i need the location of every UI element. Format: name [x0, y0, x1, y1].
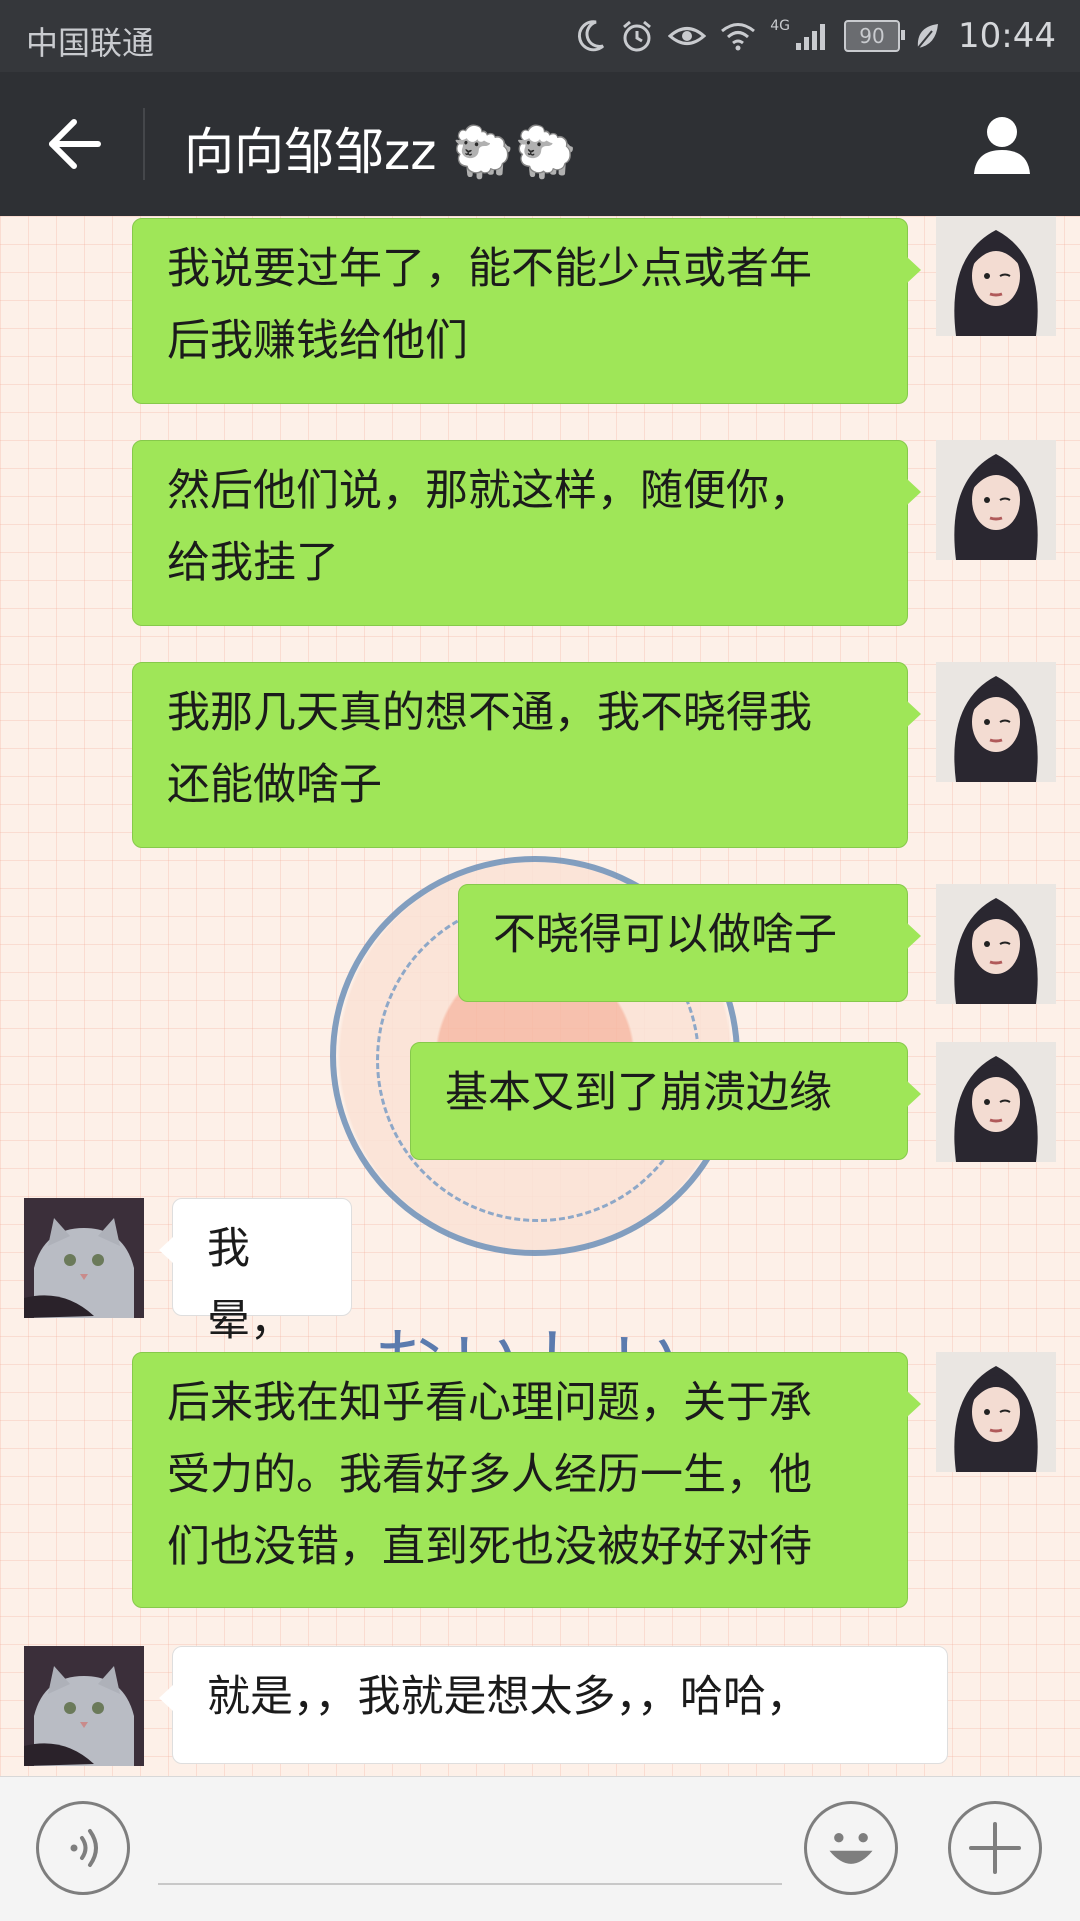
chat-header: 向向邹邹zz 🐑🐑	[0, 72, 1080, 216]
leaf-icon	[917, 24, 939, 49]
eye-icon	[668, 27, 707, 45]
message-bubble-sent[interactable]: 然后他们说，那就这样，随便你， 给我挂了	[132, 440, 921, 626]
message-line: 后来我在知乎看心理问题，关于承	[167, 1378, 812, 1428]
message-bubble-sent[interactable]: 我说要过年了，能不能少点或者年 后我赚钱给他们	[132, 218, 921, 404]
message-bubble-received[interactable]: 我晕，	[159, 1198, 352, 1346]
contact-avatar[interactable]	[24, 1646, 144, 1766]
header-divider	[143, 108, 145, 180]
my-avatar[interactable]	[936, 1352, 1056, 1472]
avatar-girl-icon	[936, 1352, 1056, 1472]
avatar-cat-icon	[24, 1646, 144, 1766]
clock-time: 10:44	[958, 16, 1056, 56]
avatar-cat-icon	[24, 1198, 144, 1318]
my-avatar[interactable]	[936, 1042, 1056, 1162]
my-avatar[interactable]	[936, 216, 1056, 336]
moon-icon	[578, 20, 605, 52]
my-avatar[interactable]	[936, 662, 1056, 782]
avatar-girl-icon	[936, 440, 1056, 560]
person-icon[interactable]	[970, 112, 1034, 176]
alarm-icon	[623, 20, 652, 52]
emoji-button[interactable]	[804, 1801, 898, 1895]
back-arrow-icon[interactable]	[44, 116, 104, 172]
input-bar	[0, 1776, 1080, 1921]
message-line: 我晕，	[207, 1224, 293, 1346]
message-bubble-sent[interactable]: 基本又到了崩溃边缘	[410, 1042, 921, 1160]
message-line: 基本又到了崩溃边缘	[445, 1068, 832, 1118]
message-line: 就是，，我就是想太多，，哈哈，	[207, 1672, 809, 1722]
status-icons: 4G 90 10:44	[576, 12, 1056, 60]
wifi-icon	[721, 23, 756, 51]
avatar-girl-icon	[936, 1042, 1056, 1162]
contact-avatar[interactable]	[24, 1198, 144, 1318]
my-avatar[interactable]	[936, 440, 1056, 560]
plus-icon	[969, 1822, 1021, 1874]
more-button[interactable]	[948, 1801, 1042, 1895]
battery-icon: 90	[844, 20, 906, 52]
voice-button[interactable]	[36, 1801, 130, 1895]
message-bubble-sent[interactable]: 后来我在知乎看心理问题，关于承 受力的。我看好多人经历一生，他 们也没错，直到死…	[132, 1352, 921, 1608]
message-line: 我那几天真的想不通，我不晓得我	[167, 688, 812, 738]
message-line: 们也没错，直到死也没被好好对待	[167, 1522, 812, 1572]
message-list[interactable]: おいしい 我说要过年了，能不能少点或者年 后我赚钱给他们 然后他们说，那就这样，…	[0, 216, 1080, 1776]
my-avatar[interactable]	[936, 884, 1056, 1004]
message-bubble-sent[interactable]: 我那几天真的想不通，我不晓得我 还能做啥子	[132, 662, 921, 848]
avatar-girl-icon	[936, 884, 1056, 1004]
signal-icon	[796, 24, 826, 50]
message-line: 然后他们说，那就这样，随便你，	[167, 466, 812, 516]
carrier-name: 中国联通	[26, 24, 155, 62]
emoji-icon	[829, 1833, 873, 1864]
voice-icon	[70, 1829, 98, 1867]
message-line: 我说要过年了，能不能少点或者年	[167, 244, 812, 294]
message-bubble-sent[interactable]: 不晓得可以做啥子	[458, 884, 921, 1002]
message-line: 后我赚钱给他们	[167, 316, 468, 366]
message-line: 还能做啥子	[167, 760, 382, 810]
message-line: 给我挂了	[167, 538, 339, 588]
message-line: 不晓得可以做啥子	[493, 910, 837, 960]
avatar-girl-icon	[936, 662, 1056, 782]
status-bar: 中国联通 4G 90 10:44	[0, 0, 1080, 72]
avatar-girl-icon	[936, 216, 1056, 336]
message-input[interactable]	[158, 1817, 782, 1885]
message-line: 受力的。我看好多人经历一生，他	[167, 1450, 812, 1500]
message-bubble-received[interactable]: 就是，，我就是想太多，，哈哈，	[159, 1646, 948, 1764]
network-type: 4G	[770, 18, 791, 34]
chat-title: 向向邹邹zz 🐑🐑	[184, 123, 577, 181]
